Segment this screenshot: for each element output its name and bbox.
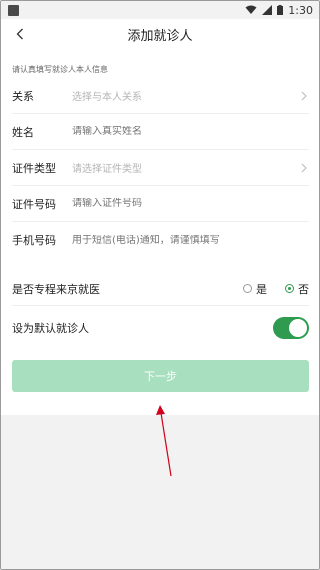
- signal-icon: [262, 5, 273, 15]
- status-bar: 1:30: [1, 1, 319, 19]
- id-type-row[interactable]: 证件类型 请选择证件类型: [12, 150, 309, 186]
- chevron-right-icon: [299, 90, 309, 102]
- back-button[interactable]: [11, 25, 29, 43]
- id-number-input[interactable]: [72, 198, 309, 209]
- special-trip-label: 是否专程来京就医: [12, 282, 100, 296]
- header: 添加就诊人: [1, 19, 319, 49]
- name-input[interactable]: [72, 126, 309, 137]
- default-patient-toggle[interactable]: [273, 317, 309, 339]
- arrow-shaft: [160, 412, 172, 477]
- relation-row[interactable]: 关系 选择与本人关系: [12, 78, 309, 114]
- phone-label: 手机号码: [12, 234, 56, 247]
- battery-icon: [277, 5, 284, 15]
- toggle-knob: [289, 319, 307, 337]
- id-number-row[interactable]: 证件号码: [12, 186, 309, 222]
- phone-frame: 1:30 添加就诊人 请认真填写就诊人本人信息 关系 选择与本人关系 姓名 证件…: [0, 0, 320, 570]
- next-button[interactable]: 下一步: [12, 360, 309, 392]
- radio-no-label: 否: [298, 282, 309, 296]
- radio-checked-icon: [285, 284, 294, 293]
- special-trip-row: 是否专程来京就医 是 否: [12, 272, 309, 306]
- id-type-select[interactable]: 请选择证件类型: [72, 160, 299, 175]
- name-row[interactable]: 姓名: [12, 114, 309, 150]
- id-type-label: 证件类型: [12, 161, 56, 175]
- radio-option-yes[interactable]: 是: [243, 281, 267, 297]
- radio-circle-icon: [243, 284, 252, 293]
- form-area: 添加就诊人 请认真填写就诊人本人信息 关系 选择与本人关系 姓名 证件类型 请选…: [1, 19, 319, 415]
- status-icons: 1:30: [245, 4, 313, 17]
- default-patient-row: 设为默认就诊人: [12, 306, 309, 350]
- chevron-right-icon: [299, 162, 309, 174]
- phone-input[interactable]: [72, 234, 309, 246]
- radio-yes-label: 是: [256, 282, 267, 296]
- section-note: 请认真填写就诊人本人信息: [1, 49, 319, 75]
- id-number-label: 证件号码: [12, 197, 56, 211]
- chevron-left-icon: [16, 28, 23, 40]
- name-label: 姓名: [12, 125, 34, 139]
- wifi-icon: [245, 5, 257, 14]
- notification-icon: [8, 4, 19, 16]
- radio-option-no[interactable]: 否: [285, 281, 309, 297]
- arrow-head: [156, 405, 165, 415]
- page-title: 添加就诊人: [127, 28, 193, 44]
- annotation-arrow: [156, 405, 172, 477]
- phone-row[interactable]: 手机号码: [12, 222, 309, 258]
- default-patient-label: 设为默认就诊人: [12, 322, 89, 335]
- status-time: 1:30: [288, 3, 313, 17]
- relation-select[interactable]: 选择与本人关系: [72, 88, 299, 103]
- relation-label: 关系: [12, 89, 34, 103]
